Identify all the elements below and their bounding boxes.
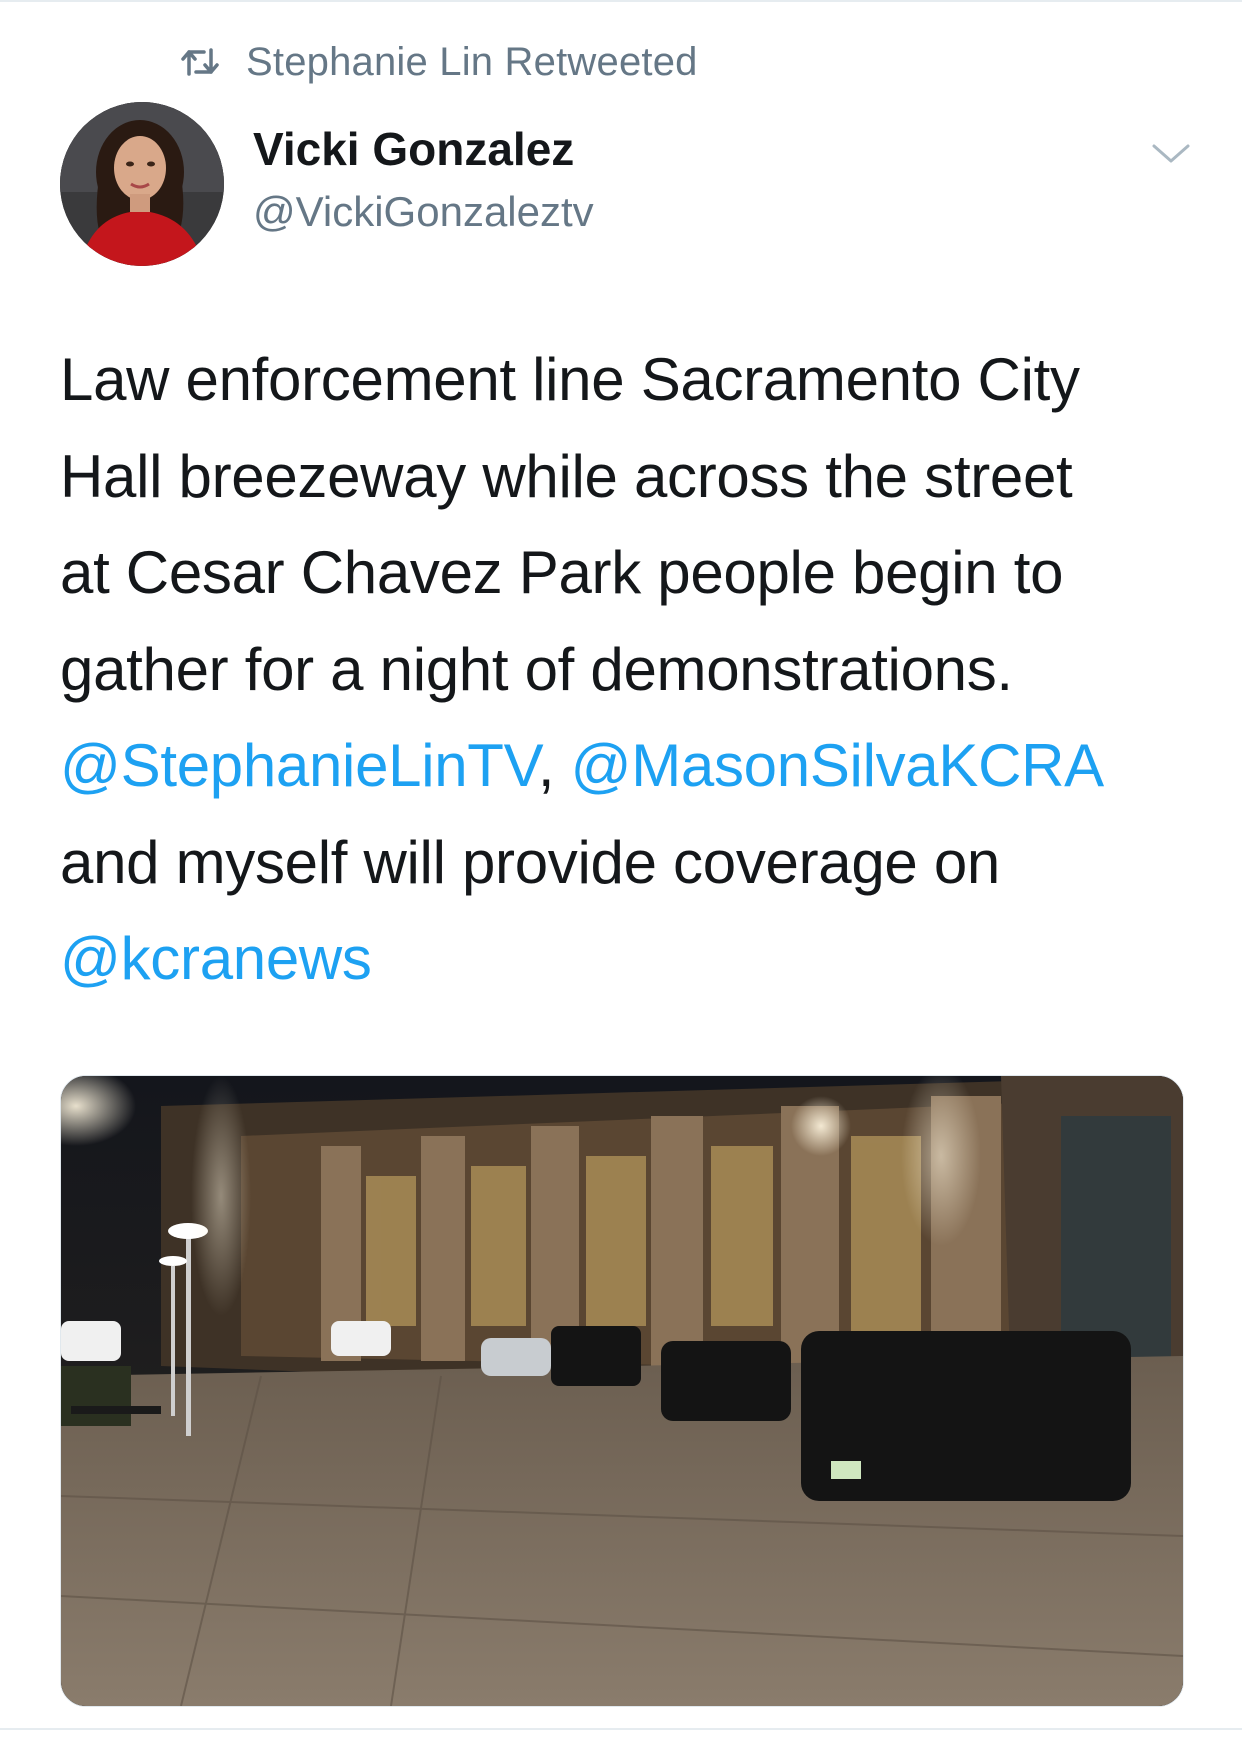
mention-link[interactable]: @MasonSilvaKCRA (571, 732, 1105, 799)
retweet-label: Stephanie Lin Retweeted (246, 39, 698, 84)
tweet-line: Law enforcement line Sacramento City (60, 346, 1080, 413)
avatar[interactable] (60, 102, 224, 266)
tweet-line: at Cesar Chavez Park people begin to (60, 539, 1064, 606)
tweet-line: gather for a night of demonstrations. (60, 635, 1013, 703)
tweet-media-image[interactable] (60, 1075, 1184, 1707)
author-display-name[interactable]: Vicki Gonzalez (253, 122, 574, 176)
tweet-line: @StephanieLinTV, @MasonSilvaKCRA (60, 718, 1200, 815)
chevron-down-icon[interactable] (1148, 138, 1194, 168)
author-handle[interactable]: @VickiGonzaleztv (253, 188, 594, 236)
mention-link[interactable]: @kcranews (60, 925, 372, 992)
tweet-line: Hall breezeway while across the street (60, 442, 1073, 510)
mention-link[interactable]: @StephanieLinTV (60, 732, 538, 799)
tweet-line: and myself will provide coverage on (60, 828, 1000, 896)
bottom-divider (0, 1728, 1242, 1730)
retweet-icon (180, 47, 220, 77)
mention-separator: , (537, 732, 555, 799)
retweet-context[interactable]: Stephanie Lin Retweeted (180, 38, 698, 86)
tweet-text: Law enforcement line Sacramento City Hal… (60, 332, 1200, 1008)
top-divider (0, 0, 1242, 2)
tweet-line: @kcranews (60, 911, 1200, 1008)
